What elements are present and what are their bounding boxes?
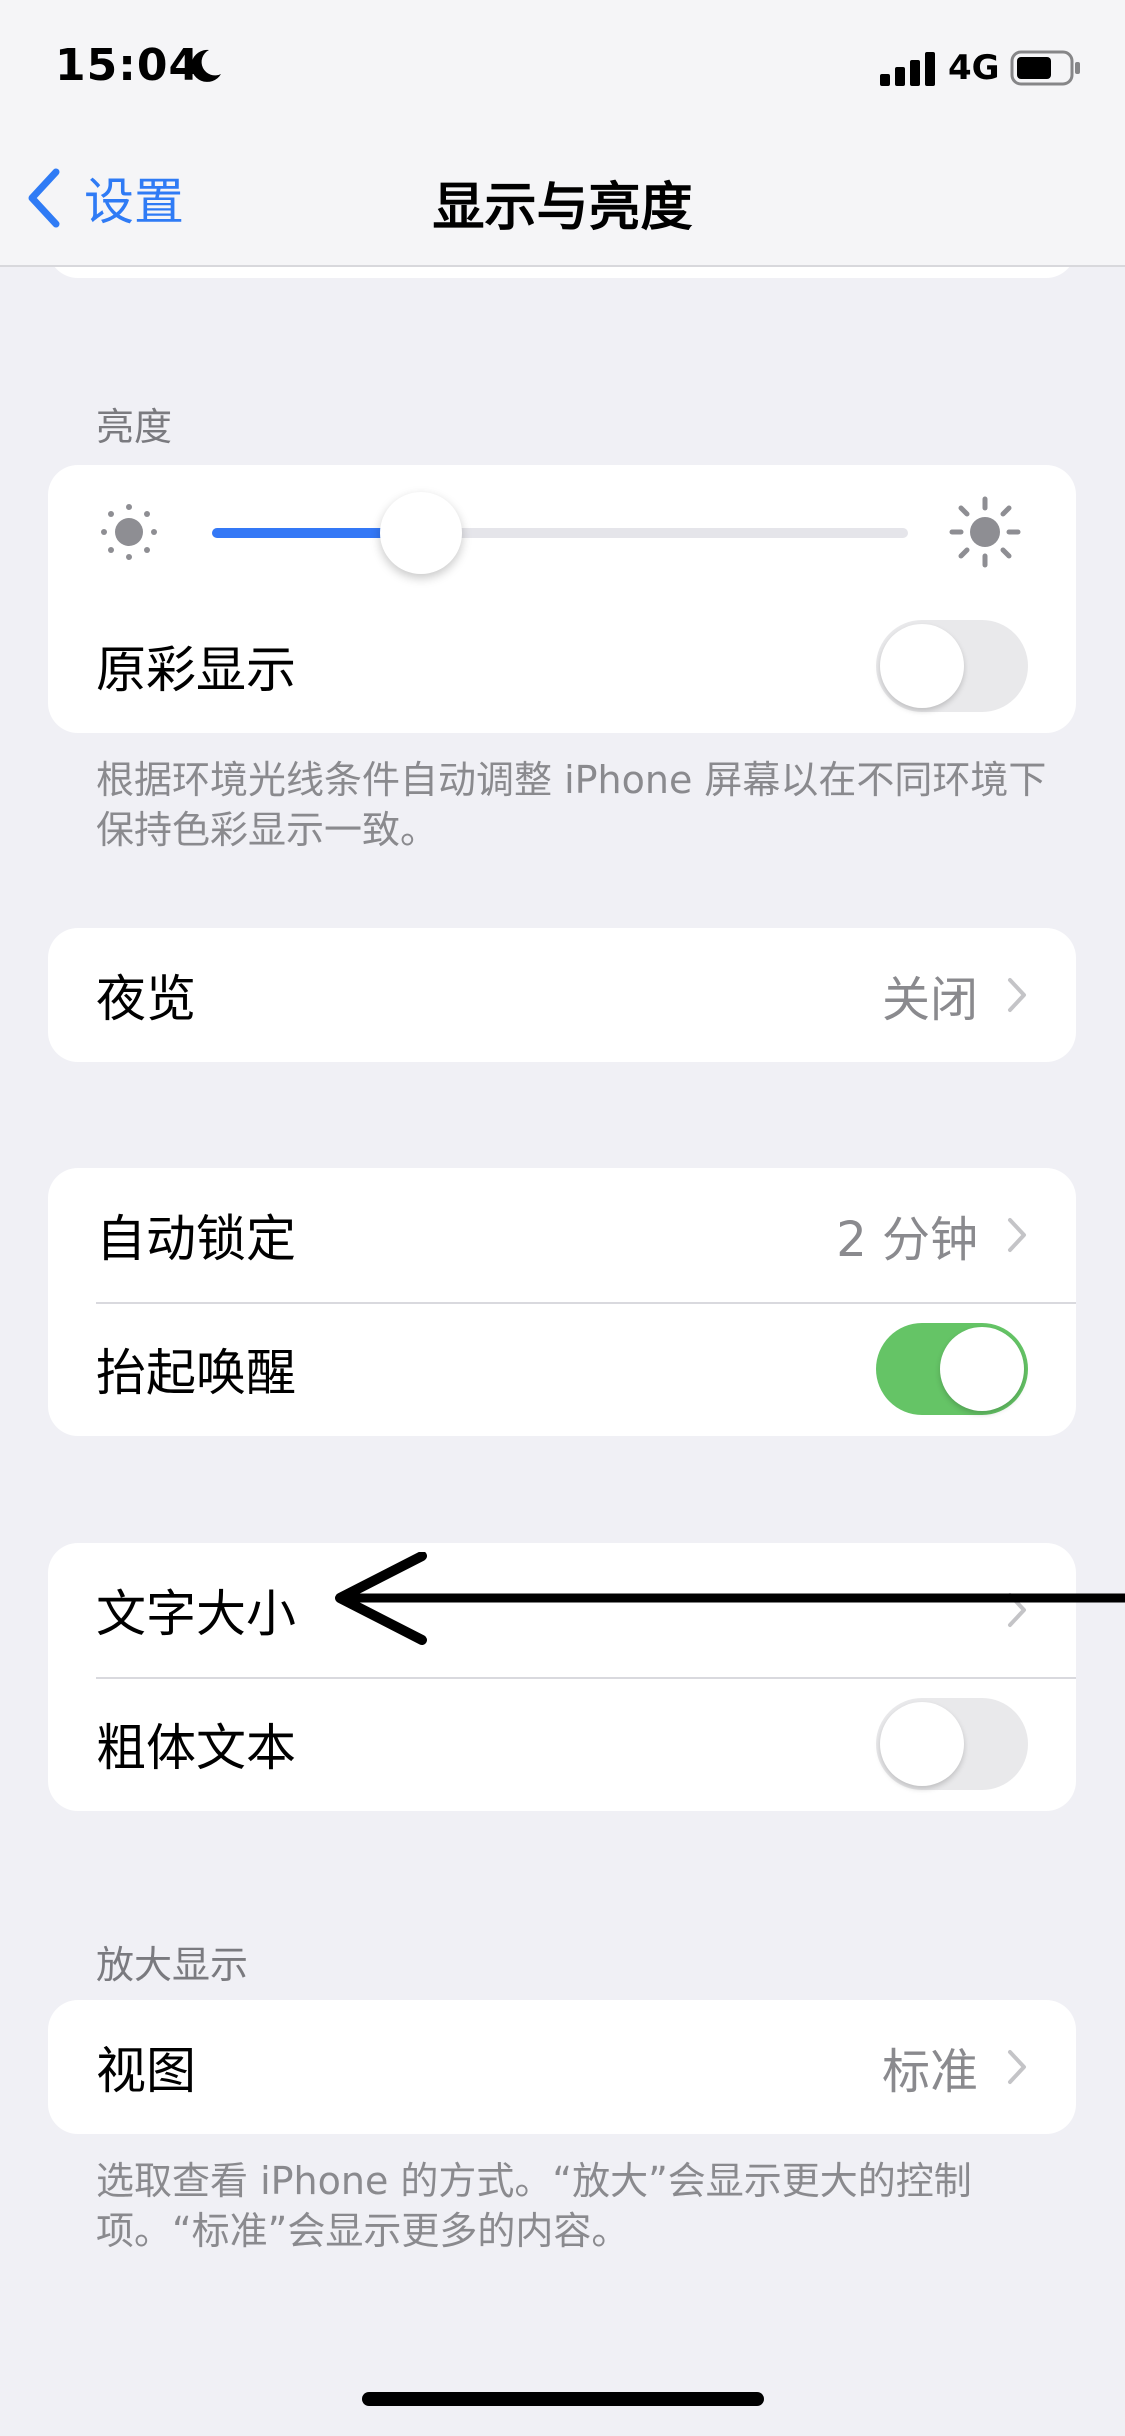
home-indicator[interactable] (362, 2392, 764, 2406)
chevron-right-icon (1008, 1218, 1026, 1252)
brightness-slider-row (48, 465, 1076, 599)
true-tone-row: 原彩显示 (48, 599, 1076, 733)
bold-text-toggle[interactable] (876, 1698, 1028, 1790)
brightness-slider[interactable] (212, 492, 908, 574)
lock-card: 自动锁定 2 分钟 抬起唤醒 (48, 1168, 1076, 1436)
zoom-footer: 选取查看 iPhone 的方式。“放大”会显示更大的控制项。“标准”会显示更多的… (96, 2159, 972, 2253)
night-shift-row[interactable]: 夜览 关闭 (48, 928, 1076, 1062)
sun-small-icon (101, 504, 157, 560)
brightness-card: 原彩显示 (48, 465, 1076, 733)
sun-large-icon (949, 496, 1021, 568)
zoom-card: 视图 标准 (48, 2000, 1076, 2134)
network-type: 4G (948, 48, 1000, 88)
brightness-slider-thumb[interactable] (379, 492, 462, 574)
night-shift-label: 夜览 (96, 970, 196, 1028)
chevron-right-icon (1008, 2050, 1026, 2084)
page-title: 显示与亮度 (432, 178, 693, 238)
zoom-view-label: 视图 (96, 2042, 196, 2100)
raise-to-wake-toggle[interactable] (876, 1323, 1028, 1415)
bold-text-label: 粗体文本 (96, 1719, 296, 1777)
raise-to-wake-label: 抬起唤醒 (96, 1344, 296, 1402)
navigation-bar: 设置 显示与亮度 (0, 135, 1125, 267)
zoom-view-value: 标准 (881, 2044, 978, 2100)
true-tone-label: 原彩显示 (96, 641, 296, 699)
zoom-view-row[interactable]: 视图 标准 (48, 2000, 1076, 2134)
toggle-knob (880, 1702, 964, 1786)
true-tone-toggle[interactable] (876, 620, 1028, 712)
auto-lock-value: 2 分钟 (836, 1212, 978, 1268)
moon-icon (191, 49, 221, 82)
chevron-right-icon (1008, 978, 1026, 1012)
night-shift-card: 夜览 关闭 (48, 928, 1076, 1062)
toggle-knob (880, 624, 964, 708)
zoom-section-header: 放大显示 (96, 1943, 249, 1987)
toggle-knob (940, 1327, 1024, 1411)
annotation-arrow-icon (335, 1552, 1125, 1645)
night-shift-value: 关闭 (881, 972, 978, 1028)
cellular-signal-icon (880, 52, 935, 86)
brightness-footer: 根据环境光线条件自动调整 iPhone 屏幕以在不同环境下保持色彩显示一致。 (96, 758, 1047, 852)
battery-icon (1010, 50, 1080, 86)
status-time: 15:04 (55, 40, 201, 91)
brightness-section-header: 亮度 (96, 405, 173, 449)
raise-to-wake-row: 抬起唤醒 (48, 1302, 1076, 1436)
bold-text-row: 粗体文本 (48, 1677, 1076, 1811)
status-bar: 15:04 4G (0, 0, 1125, 135)
auto-lock-label: 自动锁定 (96, 1210, 296, 1268)
auto-lock-row[interactable]: 自动锁定 2 分钟 (48, 1168, 1076, 1302)
